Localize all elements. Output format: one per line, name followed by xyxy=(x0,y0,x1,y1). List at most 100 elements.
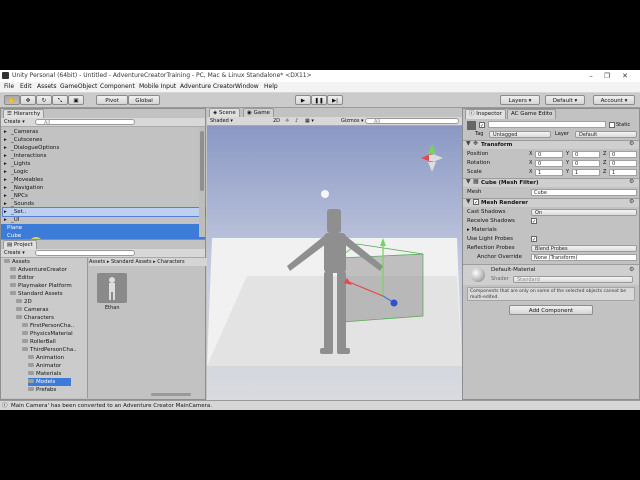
expand-arrow-icon[interactable]: ▸ xyxy=(4,136,7,144)
step-button[interactable]: ▶| xyxy=(327,95,343,105)
expand-arrow-icon[interactable]: ▸ xyxy=(4,160,7,168)
rotation-x-field[interactable]: 0 xyxy=(535,160,563,167)
project-search-input[interactable] xyxy=(35,250,135,256)
hierarchy-search-input[interactable]: All xyxy=(35,119,135,126)
project-folder-item[interactable]: Materials xyxy=(28,370,61,378)
pivot-toggle[interactable]: Pivot xyxy=(96,95,128,105)
add-component-button[interactable]: Add Component xyxy=(509,305,593,315)
mesh-field[interactable]: Cube xyxy=(531,189,637,196)
component-gear-icon[interactable]: ⚙ xyxy=(629,198,634,206)
account-dropdown[interactable]: Account ▾ xyxy=(593,95,635,105)
scroll-thumb[interactable] xyxy=(200,131,204,191)
cast-shadows-dropdown[interactable]: On xyxy=(531,209,637,216)
effects-dropdown-icon[interactable]: ▦ ▾ xyxy=(305,117,314,125)
tag-dropdown[interactable]: Untagged xyxy=(489,131,551,138)
hierarchy-item[interactable]: ▸ _Logic xyxy=(3,168,205,176)
expand-arrow-icon[interactable]: ▸ xyxy=(4,144,7,152)
breadcrumb-characters[interactable]: Characters xyxy=(157,259,184,265)
project-folder-item[interactable]: Standard Assets xyxy=(10,290,63,298)
mesh-renderer-enabled-checkbox[interactable]: ✓ xyxy=(473,199,479,206)
close-button[interactable]: ✕ xyxy=(616,71,634,81)
expand-arrow-icon[interactable]: ▸ xyxy=(4,176,7,184)
hand-tool-button[interactable]: ✋ xyxy=(4,95,20,105)
position-z-field[interactable]: 0 xyxy=(609,151,637,158)
menu-file[interactable]: File xyxy=(4,83,14,90)
reflection-probes-dropdown[interactable]: Blend Probes xyxy=(531,245,637,252)
hierarchy-item[interactable]: ▸ _Moveables xyxy=(3,176,205,184)
expand-arrow-icon[interactable]: ▸ xyxy=(4,192,7,200)
mesh-filter-header[interactable]: Cube (Mesh Filter) xyxy=(463,178,639,187)
global-toggle[interactable]: Global xyxy=(128,95,160,105)
cube-object[interactable] xyxy=(338,253,424,323)
hierarchy-item[interactable]: ▸ _NPCs xyxy=(3,192,205,200)
project-folder-item[interactable]: Prefabs xyxy=(28,386,56,394)
project-folder-item[interactable]: PhysicsMaterial xyxy=(22,330,73,338)
hierarchy-item[interactable]: ▸ _Cutscenes xyxy=(3,136,205,144)
2d-toggle[interactable]: 2D xyxy=(273,117,280,125)
menu-assets[interactable]: Assets xyxy=(37,83,57,90)
expand-arrow-icon[interactable]: ▸ xyxy=(4,152,7,160)
move-tool-button[interactable]: ✥ xyxy=(20,95,36,105)
layer-dropdown[interactable]: Default xyxy=(575,131,637,138)
hierarchy-item[interactable]: ▸ _UI xyxy=(3,216,205,224)
status-message[interactable]: Main Camera' has been converted to an Ad… xyxy=(11,401,212,410)
position-x-field[interactable]: 0 xyxy=(535,151,563,158)
foldout-arrow-icon[interactable]: ▼ xyxy=(466,198,471,206)
play-button[interactable]: ▶ xyxy=(295,95,311,105)
hierarchy-item[interactable]: ▸ _DialogueOptions xyxy=(3,144,205,152)
project-folder-item[interactable]: Models xyxy=(28,378,72,386)
project-folder-item[interactable]: Cameras xyxy=(16,306,48,314)
expand-arrow-icon[interactable]: ▸ xyxy=(4,200,7,208)
menu-help[interactable]: Help xyxy=(264,83,278,90)
project-folder-item[interactable]: AdventureCreator xyxy=(10,266,67,274)
menu-window[interactable]: Window xyxy=(235,83,259,90)
rotation-y-field[interactable]: 0 xyxy=(572,160,600,167)
hierarchy-item[interactable]: ▸ _Cameras xyxy=(3,128,205,136)
scene-viewport[interactable] xyxy=(207,126,462,400)
project-folder-item[interactable]: Playmaker Platform xyxy=(10,282,72,290)
project-folder-item[interactable]: Editor xyxy=(10,274,34,282)
scene-search-input[interactable]: All xyxy=(365,118,459,125)
foldout-arrow-icon[interactable]: ▼ xyxy=(466,178,471,186)
lighting-toggle-icon[interactable]: ☼ xyxy=(285,117,289,125)
project-folder-item[interactable]: Animation xyxy=(28,354,64,362)
project-folder-item[interactable]: Characters xyxy=(16,314,54,322)
static-checkbox[interactable] xyxy=(609,122,615,128)
hierarchy-item[interactable]: ▸ _Set.. xyxy=(2,207,206,217)
project-folder-item[interactable]: Animator xyxy=(28,362,61,370)
material-gear-icon[interactable]: ⚙ xyxy=(629,266,634,274)
scale-tool-button[interactable]: ⤡ xyxy=(52,95,68,105)
project-create-button[interactable]: Create ▾ xyxy=(4,249,25,257)
transform-header[interactable]: Transform xyxy=(463,140,639,149)
tab-inspector[interactable]: ⓘ Inspector xyxy=(465,109,506,119)
shader-dropdown[interactable]: Standard xyxy=(513,276,633,283)
breadcrumb-assets[interactable]: Assets xyxy=(89,259,105,265)
receive-shadows-checkbox[interactable]: ✓ xyxy=(531,218,537,225)
layout-dropdown[interactable]: Default ▾ xyxy=(545,95,585,105)
layers-dropdown[interactable]: Layers ▾ xyxy=(500,95,540,105)
scale-y-field[interactable]: 1 xyxy=(572,169,600,176)
gizmo-z-handle[interactable] xyxy=(390,299,398,307)
scale-x-field[interactable]: 1 xyxy=(535,169,563,176)
expand-arrow-icon[interactable]: ▸ xyxy=(4,128,7,136)
breadcrumb-standard-assets[interactable]: Standard Assets xyxy=(111,259,152,265)
menu-mobile-input[interactable]: Mobile Input xyxy=(139,83,176,90)
hierarchy-scrollbar[interactable] xyxy=(199,127,205,237)
maximize-button[interactable]: ❐ xyxy=(598,71,616,81)
hierarchy-create-button[interactable]: Create ▾ xyxy=(4,118,25,126)
hierarchy-item[interactable]: ▸ _Navigation xyxy=(3,184,205,192)
expand-arrow-icon[interactable]: ▸ xyxy=(4,184,7,192)
gizmos-dropdown[interactable]: Gizmos ▾ xyxy=(341,117,364,125)
light-probes-checkbox[interactable]: ✓ xyxy=(531,236,537,243)
rotation-z-field[interactable]: 0 xyxy=(609,160,637,167)
menu-gameobject[interactable]: GameObject xyxy=(60,83,97,90)
scale-z-field[interactable]: 1 xyxy=(609,169,637,176)
hierarchy-item[interactable]: ▸ _Sounds xyxy=(3,200,205,208)
menu-adventure-creator[interactable]: Adventure Creator xyxy=(180,83,235,90)
expand-arrow-icon[interactable]: ▸ xyxy=(4,168,7,176)
rotate-tool-button[interactable]: ↻ xyxy=(36,95,52,105)
rect-tool-button[interactable]: ▣ xyxy=(68,95,84,105)
materials-foldout[interactable]: ▸ Materials xyxy=(467,226,637,234)
expand-arrow-icon[interactable]: ▸ xyxy=(4,216,7,224)
active-checkbox[interactable]: ✓ xyxy=(479,122,485,129)
